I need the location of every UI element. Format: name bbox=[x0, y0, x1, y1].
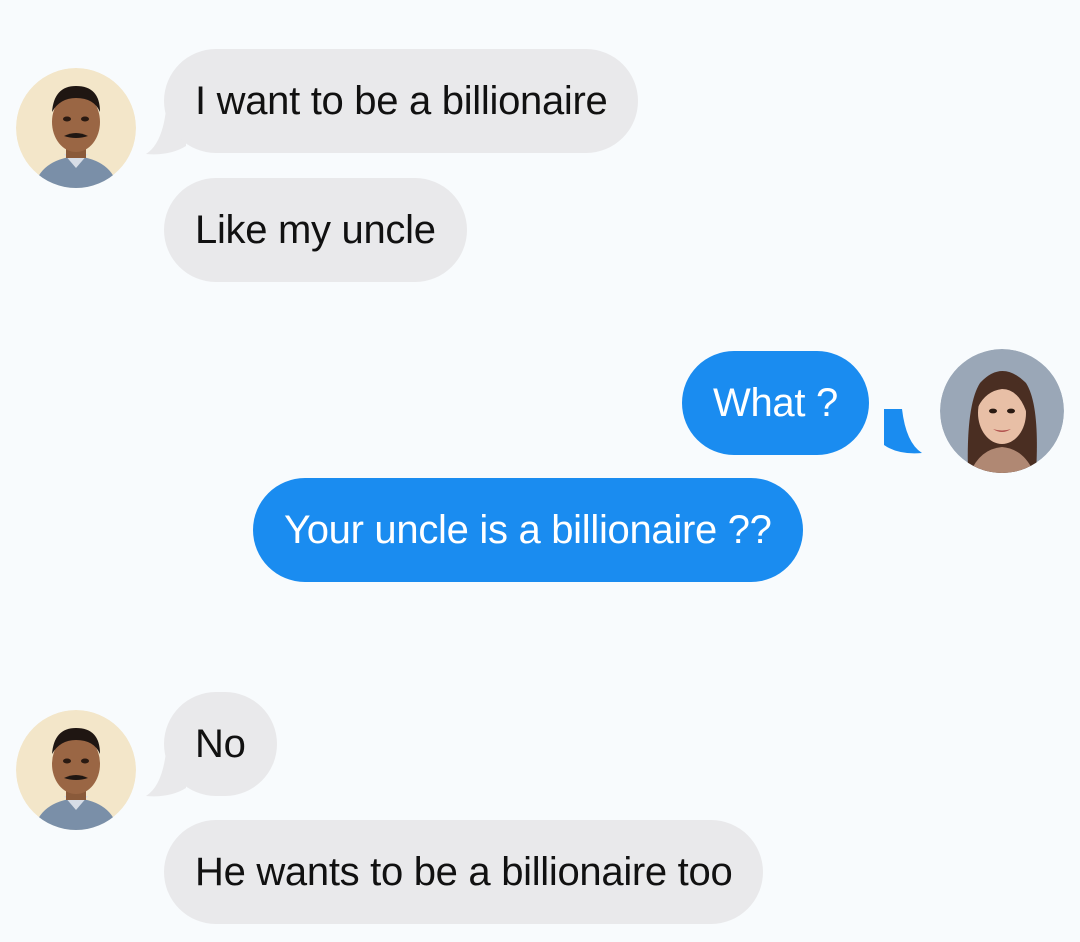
outgoing-bubble-tail bbox=[884, 409, 922, 454]
message-bubble: What ? bbox=[682, 351, 869, 455]
message-bubble: No bbox=[164, 692, 277, 796]
man-avatar-icon bbox=[16, 710, 136, 830]
message-bubble: Your uncle is a billionaire ?? bbox=[253, 478, 803, 582]
message-bubble: I want to be a billionaire bbox=[164, 49, 639, 153]
woman-avatar-icon bbox=[940, 349, 1064, 473]
message-bubble: Like my uncle bbox=[164, 178, 467, 282]
message-bubble: He wants to be a billionaire too bbox=[164, 820, 764, 924]
man-avatar-icon bbox=[16, 68, 136, 188]
